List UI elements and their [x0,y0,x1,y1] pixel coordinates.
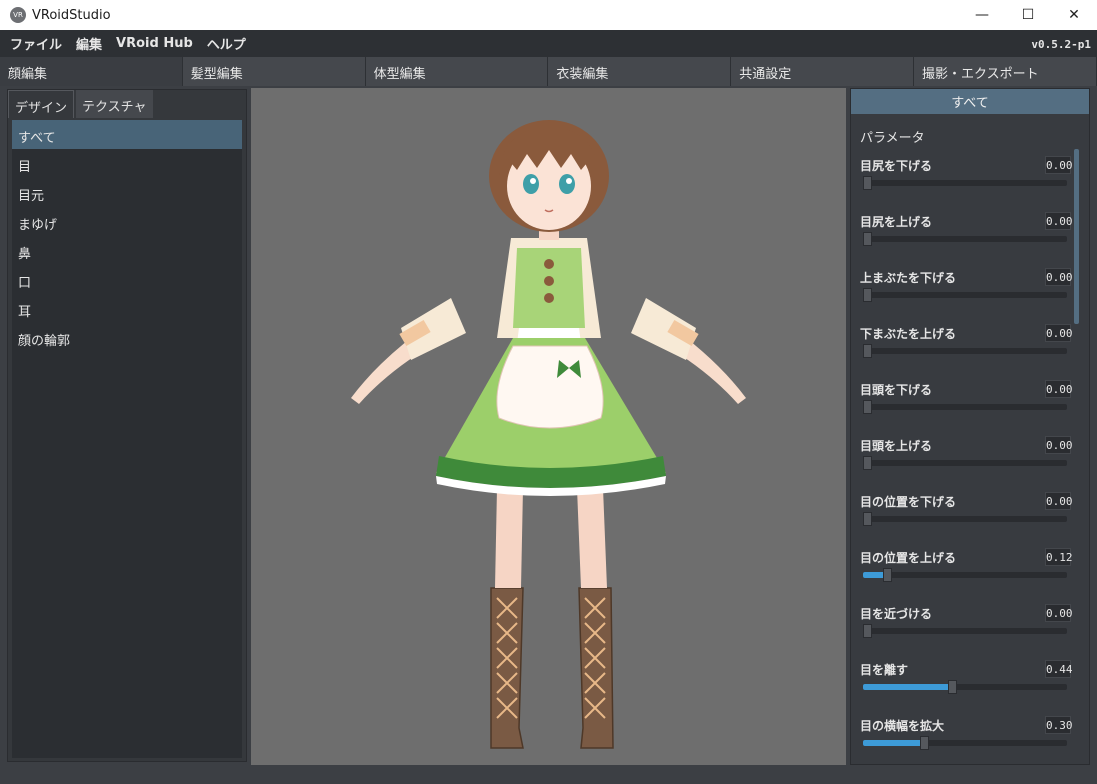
parameter-panel: すべて パラメータ 目尻を下げる 0.00 目尻を上げる 0.00 上まぶたを下げる 0.… [850,88,1090,765]
slider-thumb[interactable] [863,232,872,246]
menu-help[interactable]: ヘルプ [201,34,252,53]
category-item-eyes[interactable]: 目 [12,149,242,178]
tab-face-edit[interactable]: 顔編集 [0,57,183,86]
slider-thumb[interactable] [863,288,872,302]
parameter-slider[interactable] [863,456,1067,470]
minimize-button[interactable]: — [959,0,1005,30]
parameter-row: 目頭を上げる 0.00 [851,433,1075,489]
parameter-value-field[interactable]: 0.00 [1045,156,1073,174]
window-title: VRoidStudio [32,7,111,23]
parameter-slider[interactable] [863,680,1067,694]
slider-thumb[interactable] [863,176,872,190]
parameter-label: 目尻を上げる [860,215,933,229]
slider-thumb[interactable] [863,512,872,526]
slider-thumb[interactable] [863,456,872,470]
parameter-slider[interactable] [863,624,1067,638]
parameter-row: 目を近づける 0.00 [851,601,1075,657]
slider-thumb[interactable] [863,400,872,414]
subtab-texture[interactable]: テクスチャ [76,90,153,118]
tab-common-settings[interactable]: 共通設定 [731,57,914,86]
parameter-label: 目尻を下げる [860,159,933,173]
slider-fill [863,740,925,746]
parameter-value-field[interactable]: 0.00 [1045,604,1073,622]
status-bar [0,766,1097,784]
model-viewport[interactable] [251,88,846,765]
parameter-value-field[interactable]: 0.00 [1045,436,1073,454]
title-bar: VR VRoidStudio — ☐ ✕ [0,0,1097,30]
category-list: すべて 目 目元 まゆげ 鼻 口 耳 顔の輪郭 [12,120,242,758]
parameter-list: 目尻を下げる 0.00 目尻を上げる 0.00 上まぶたを下げる 0.00 下まぶたを上げる… [851,153,1075,764]
menu-edit[interactable]: 編集 [70,34,108,53]
window-controls: — ☐ ✕ [959,0,1097,30]
tab-photo-export[interactable]: 撮影・エクスポート [914,57,1097,86]
app-icon: VR [10,7,26,23]
category-panel: デザイン テクスチャ すべて 目 目元 まゆげ 鼻 口 耳 顔の輪郭 [7,89,247,762]
parameter-label: 上まぶたを下げる [860,271,957,285]
menu-file[interactable]: ファイル [4,34,68,53]
category-item-eyebrows[interactable]: まゆげ [12,207,242,236]
subtabs: デザイン テクスチャ [8,90,246,118]
parameter-slider[interactable] [863,568,1067,582]
parameter-label: 目を離す [860,663,909,677]
parameter-section-label: パラメータ [860,131,925,146]
menu-vroid-hub[interactable]: VRoid Hub [110,36,199,51]
slider-thumb[interactable] [882,568,892,582]
parameter-slider[interactable] [863,736,1067,750]
parameter-row: 目を離す 0.44 [851,657,1075,713]
parameter-slider[interactable] [863,232,1067,246]
parameter-slider[interactable] [863,288,1067,302]
tab-outfit-edit[interactable]: 衣装編集 [548,57,732,86]
boots [490,587,614,749]
parameter-slider[interactable] [863,176,1067,190]
version-label: v0.5.2-p1 [1031,38,1091,51]
parameter-value-field[interactable]: 0.00 [1045,212,1073,230]
parameter-row: 上まぶたを下げる 0.00 [851,265,1075,321]
parameter-row: 目尻を下げる 0.00 [851,153,1075,209]
parameter-label: 目の横幅を拡大 [860,719,945,733]
parameter-row: 目尻を上げる 0.00 [851,209,1075,265]
parameter-label: 目を近づける [860,607,933,621]
slider-thumb[interactable] [863,624,872,638]
category-item-eye-area[interactable]: 目元 [12,178,242,207]
parameter-value-field[interactable]: 0.12 [1045,548,1073,566]
parameter-value-field[interactable]: 0.00 [1045,268,1073,286]
category-item-all[interactable]: すべて [12,120,242,149]
parameter-row: 目頭を下げる 0.00 [851,377,1075,433]
parameter-slider[interactable] [863,344,1067,358]
category-item-nose[interactable]: 鼻 [12,236,242,265]
parameter-value-field[interactable]: 0.00 [1045,380,1073,398]
tab-body-edit[interactable]: 体型編集 [366,57,549,86]
parameter-value-field[interactable]: 0.30 [1045,716,1073,734]
parameter-row: 目の位置を上げる 0.12 [851,545,1075,601]
slider-thumb[interactable] [919,736,929,750]
parameter-slider[interactable] [863,400,1067,414]
parameter-slider[interactable] [863,512,1067,526]
close-button[interactable]: ✕ [1051,0,1097,30]
maximize-button[interactable]: ☐ [1005,0,1051,30]
tab-hair-edit[interactable]: 髪型編集 [183,57,366,86]
parameter-value-field[interactable]: 0.00 [1045,492,1073,510]
main-tabs: 顔編集 髪型編集 体型編集 衣装編集 共通設定 撮影・エクスポート [0,57,1097,86]
parameter-label: 下まぶたを上げる [860,327,957,341]
parameter-label: 目頭を上げる [860,439,933,453]
menu-bar: ファイル 編集 VRoid Hub ヘルプ v0.5.2-p1 [0,30,1097,57]
parameter-label: 目の位置を下げる [860,495,957,509]
parameter-row: 目の横幅を拡大 0.30 [851,713,1075,764]
slider-fill [863,684,953,690]
parameter-row: 目の位置を下げる 0.00 [851,489,1075,545]
slider-thumb[interactable] [863,344,872,358]
character-model [351,120,746,749]
parameter-label: 目の位置を上げる [860,551,957,565]
parameter-row: 下まぶたを上げる 0.00 [851,321,1075,377]
parameter-scrollbar[interactable] [1074,149,1079,324]
parameter-label: 目頭を下げる [860,383,933,397]
category-item-mouth[interactable]: 口 [12,265,242,294]
parameter-value-field[interactable]: 0.44 [1045,660,1073,678]
subtab-design[interactable]: デザイン [8,90,75,118]
slider-thumb[interactable] [948,680,958,694]
parameter-value-field[interactable]: 0.00 [1045,324,1073,342]
category-item-face-contour[interactable]: 顔の輪郭 [12,323,242,352]
category-item-ears[interactable]: 耳 [12,294,242,323]
parameter-header: すべて [851,89,1089,114]
